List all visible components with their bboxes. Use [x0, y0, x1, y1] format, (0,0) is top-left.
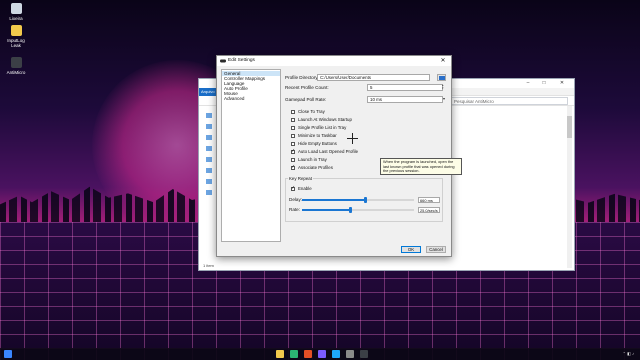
desktop-icon-recycle-bin[interactable]: Lixeira — [3, 3, 29, 21]
gamepad-poll-rate-label: Gamepad Poll Rate: — [285, 97, 327, 102]
dialog-title-bar: Edit Settings ✕ — [217, 56, 451, 66]
key-repeat-legend: Key Repeat — [288, 176, 313, 181]
checkbox-box[interactable] — [291, 148, 295, 154]
associate-profiles-checkbox[interactable]: Associate Profiles — [291, 164, 333, 171]
key-repeat-enable-checkbox[interactable]: Enable — [291, 185, 312, 192]
taskbar-file-explorer-icon[interactable] — [276, 350, 284, 358]
single-profile-list-checkbox[interactable]: Single Profile List in Tray — [291, 125, 346, 131]
recent-profile-count-label: Recent Profile Count: — [285, 85, 329, 90]
taskbar-app-icon[interactable] — [346, 350, 354, 358]
delay-spinbox[interactable]: 660 ms — [418, 197, 440, 203]
browse-folder-button[interactable] — [437, 74, 446, 81]
maximize-icon[interactable]: □ — [538, 80, 550, 87]
taskbar-antimicro-icon[interactable] — [360, 350, 368, 358]
taskbar-app-icon[interactable] — [304, 350, 312, 358]
system-tray[interactable]: ⌃ ◧ ♪ — [623, 351, 634, 356]
minimize-to-taskbar-checkbox[interactable]: Minimize to Taskbar — [291, 133, 337, 139]
delay-label: Delay: — [289, 197, 303, 202]
scrollbar-thumb[interactable] — [567, 116, 572, 138]
nav-pane-icon[interactable] — [206, 124, 212, 129]
profile-directory-label: Profile Directory: — [285, 75, 319, 80]
slider-fill — [302, 199, 365, 201]
nav-pane-icon[interactable] — [206, 168, 212, 173]
start-button-icon[interactable] — [4, 350, 12, 358]
checkbox-box[interactable] — [291, 164, 295, 170]
recycle-bin-icon — [10, 3, 22, 14]
recent-profile-count-spinbox[interactable]: 5 — [367, 84, 443, 91]
gamepad-icon — [10, 57, 22, 68]
nav-pane-icon[interactable] — [206, 190, 212, 195]
launch-in-tray-checkbox[interactable]: Launch in Tray — [291, 157, 327, 163]
explorer-status-text: 1 item — [203, 263, 214, 268]
checkbox-box[interactable] — [291, 158, 295, 162]
taskbar-app-icon[interactable] — [290, 350, 298, 358]
close-to-tray-checkbox[interactable]: Close To Tray — [291, 109, 325, 115]
auto-load-last-profile-checkbox[interactable]: Auto Load Last Opened Profile — [291, 148, 359, 155]
desktop-icon-antimicro[interactable]: AntiMicro — [3, 57, 29, 75]
recent-profile-count-row: Recent Profile Count: 5 ▴ ▾ — [285, 84, 447, 92]
taskbar-app-icon[interactable] — [332, 350, 340, 358]
nav-pane-icon[interactable] — [206, 113, 212, 118]
checkbox-label: Single Profile List in Tray — [298, 125, 347, 130]
explorer-nav-pane — [203, 113, 215, 201]
category-advanced[interactable]: Advanced — [222, 96, 280, 101]
slider-fill — [302, 209, 351, 211]
taskbar-app-icon[interactable] — [318, 350, 326, 358]
rate-slider[interactable] — [302, 207, 414, 213]
nav-pane-icon[interactable] — [206, 157, 212, 162]
cancel-button[interactable]: Cancel — [426, 246, 446, 253]
checkbox-label: Launch At Windows Startup — [298, 117, 352, 122]
checkbox-box[interactable] — [291, 110, 295, 114]
ok-button[interactable]: OK — [401, 246, 421, 253]
edit-settings-dialog: Edit Settings ✕ General Controller Mappi… — [216, 55, 452, 257]
minimize-icon[interactable]: – — [522, 80, 534, 87]
checkbox-box[interactable] — [291, 126, 295, 130]
checkbox-label: Hide Empty Buttons — [298, 141, 337, 146]
gamepad-poll-rate-select[interactable]: 10 ms — [367, 96, 443, 103]
hide-empty-buttons-checkbox[interactable]: Hide Empty Buttons — [291, 141, 337, 147]
spinbox-arrows-icon[interactable]: ▴ ▾ — [442, 84, 446, 90]
checkbox-label: Associate Profiles — [298, 165, 333, 170]
launch-at-startup-checkbox[interactable]: Launch At Windows Startup — [291, 117, 352, 123]
explorer-scrollbar[interactable] — [567, 106, 572, 268]
nav-pane-icon[interactable] — [206, 146, 212, 151]
checkbox-box[interactable] — [291, 142, 295, 146]
slider-thumb[interactable] — [363, 197, 367, 203]
nav-pane-icon[interactable] — [206, 135, 212, 140]
chevron-down-icon[interactable]: ▾ — [443, 96, 445, 102]
folder-icon — [10, 25, 22, 36]
slider-thumb[interactable] — [349, 207, 353, 213]
profile-directory-row: Profile Directory: C:/Users/User/Documen… — [285, 74, 447, 82]
close-icon[interactable]: ✕ — [556, 80, 568, 87]
desktop-icon-label: Lixeira — [9, 16, 23, 21]
desktop-icon-label: AntiMicro — [6, 70, 26, 75]
dialog-title: Edit Settings — [228, 58, 255, 63]
rate-label: Rate: — [289, 207, 300, 212]
gamepad-poll-rate-row: Gamepad Poll Rate: 10 ms ▾ — [285, 96, 447, 104]
profile-directory-input[interactable]: C:/Users/User/Documents — [317, 74, 430, 81]
rate-spinbox[interactable]: 25.0/sec/s — [418, 207, 440, 213]
checkbox-label: Auto Load Last Opened Profile — [298, 149, 359, 154]
checkbox-box[interactable] — [291, 134, 295, 138]
key-repeat-group: Key Repeat Enable Delay: 660 ms Rate: 25… — [285, 176, 443, 222]
tooltip: When the program is launched, open the l… — [380, 158, 462, 175]
desktop-icon-inputlog[interactable]: InputLog Leak — [3, 25, 29, 48]
checkbox-label: Enable — [298, 186, 312, 191]
checkbox-label: Launch in Tray — [298, 157, 327, 162]
checkbox-label: Close To Tray — [298, 109, 325, 114]
desktop-icon-label: InputLog Leak — [7, 38, 25, 48]
checkbox-box[interactable] — [291, 185, 295, 191]
explorer-search-input[interactable]: Pesquisar AntiMicro — [450, 97, 568, 105]
close-icon[interactable]: ✕ — [437, 57, 449, 65]
checkbox-label: Minimize to Taskbar — [298, 133, 337, 138]
taskbar: ⌃ ◧ ♪ — [0, 348, 640, 360]
checkbox-box[interactable] — [291, 118, 295, 122]
settings-category-list: General Controller Mappings Language Aut… — [221, 69, 281, 242]
antimicro-app-icon — [220, 59, 226, 63]
delay-slider[interactable] — [302, 197, 414, 203]
nav-pane-icon[interactable] — [206, 179, 212, 184]
